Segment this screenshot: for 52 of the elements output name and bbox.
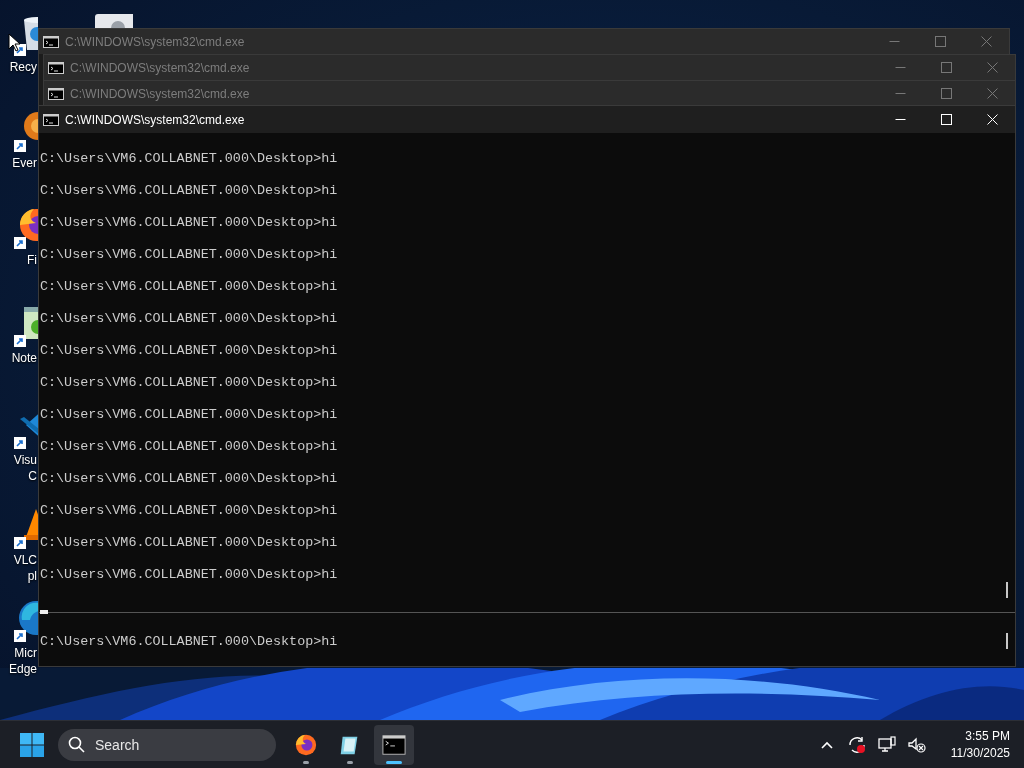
console-icon: [43, 35, 59, 48]
terminal-line: C:\Users\VM6.COLLABNET.000\Desktop>hi: [39, 150, 338, 168]
terminal-line: C:\Users\VM6.COLLABNET.000\Desktop>hi: [39, 342, 338, 360]
window-title: C:\WINDOWS\system32\cmd.exe: [70, 86, 251, 101]
start-button[interactable]: [19, 731, 45, 758]
window-title: C:\WINDOWS\system32\cmd.exe: [70, 60, 251, 75]
window-title: C:\WINDOWS\system32\cmd.exe: [65, 112, 246, 127]
icon-label: pl: [27, 568, 37, 584]
terminal-line: C:\Users\VM6.COLLABNET.000\Desktop>hi: [39, 406, 338, 424]
sync-icon[interactable]: [846, 734, 867, 755]
shortcut-arrow-icon: [14, 237, 26, 249]
icon-label: VLC: [13, 552, 37, 568]
console-icon: [48, 87, 64, 100]
icon-label: C: [28, 468, 37, 484]
terminal-line: C:\Users\VM6.COLLABNET.000\Desktop>hi: [39, 502, 338, 520]
console-icon: [48, 61, 64, 74]
window-title: C:\WINDOWS\system32\cmd.exe: [65, 34, 246, 49]
shortcut-arrow-icon: [14, 140, 26, 152]
search-button[interactable]: Search: [58, 728, 276, 761]
terminal-line: C:\Users\VM6.COLLABNET.000\Desktop>hi: [39, 534, 338, 552]
icon-label: Visu: [13, 452, 37, 468]
icon-label: Micr: [14, 645, 37, 661]
terminal-line: C:\Users\VM6.COLLABNET.000\Desktop>hi: [39, 310, 338, 328]
text-cursor: [40, 610, 48, 614]
icon-label: Fi: [27, 252, 37, 268]
icon-label: Recy: [9, 59, 37, 75]
terminal-line: C:\Users\VM6.COLLABNET.000\Desktop>hi: [39, 214, 338, 232]
icon-label: Ever: [12, 155, 37, 171]
console-icon: [43, 113, 59, 126]
shortcut-arrow-icon: [14, 335, 26, 347]
shortcut-arrow-icon: [14, 437, 26, 449]
shortcut-arrow-icon: [14, 537, 26, 549]
icon-label: Note: [11, 350, 37, 366]
terminal-line: C:\Users\VM6.COLLABNET.000\Desktop>hi: [39, 246, 338, 264]
terminal-icon[interactable]: [382, 732, 406, 757]
terminal-line: C:\Users\VM6.COLLABNET.000\Desktop>hi: [39, 182, 338, 200]
search-icon: [68, 736, 85, 753]
shortcut-arrow-icon: [14, 630, 26, 642]
terminal-line: C:\Users\VM6.COLLABNET.000\Desktop>hi: [39, 374, 338, 392]
terminal-line: C:\Users\VM6.COLLABNET.000\Desktop>hi: [39, 633, 338, 651]
firefox-icon[interactable]: [294, 732, 318, 757]
scrollbar-thumb[interactable]: [1006, 582, 1008, 598]
clock-date[interactable]: 11/30/2025: [950, 744, 1010, 762]
clock-time[interactable]: 3:55 PM: [965, 727, 1010, 745]
icon-label: Edge: [8, 661, 37, 677]
terminal-line: C:\Users\VM6.COLLABNET.000\Desktop>hi: [39, 438, 338, 456]
scrollbar-thumb[interactable]: [1006, 633, 1008, 649]
mouse-pointer-icon: [8, 33, 20, 52]
terminal-line: C:\Users\VM6.COLLABNET.000\Desktop>hi: [39, 470, 338, 488]
terminal-line: C:\Users\VM6.COLLABNET.000\Desktop>hi: [39, 566, 338, 584]
terminal-line: C:\Users\VM6.COLLABNET.000\Desktop>hi: [39, 278, 338, 296]
network-icon[interactable]: [876, 734, 897, 755]
